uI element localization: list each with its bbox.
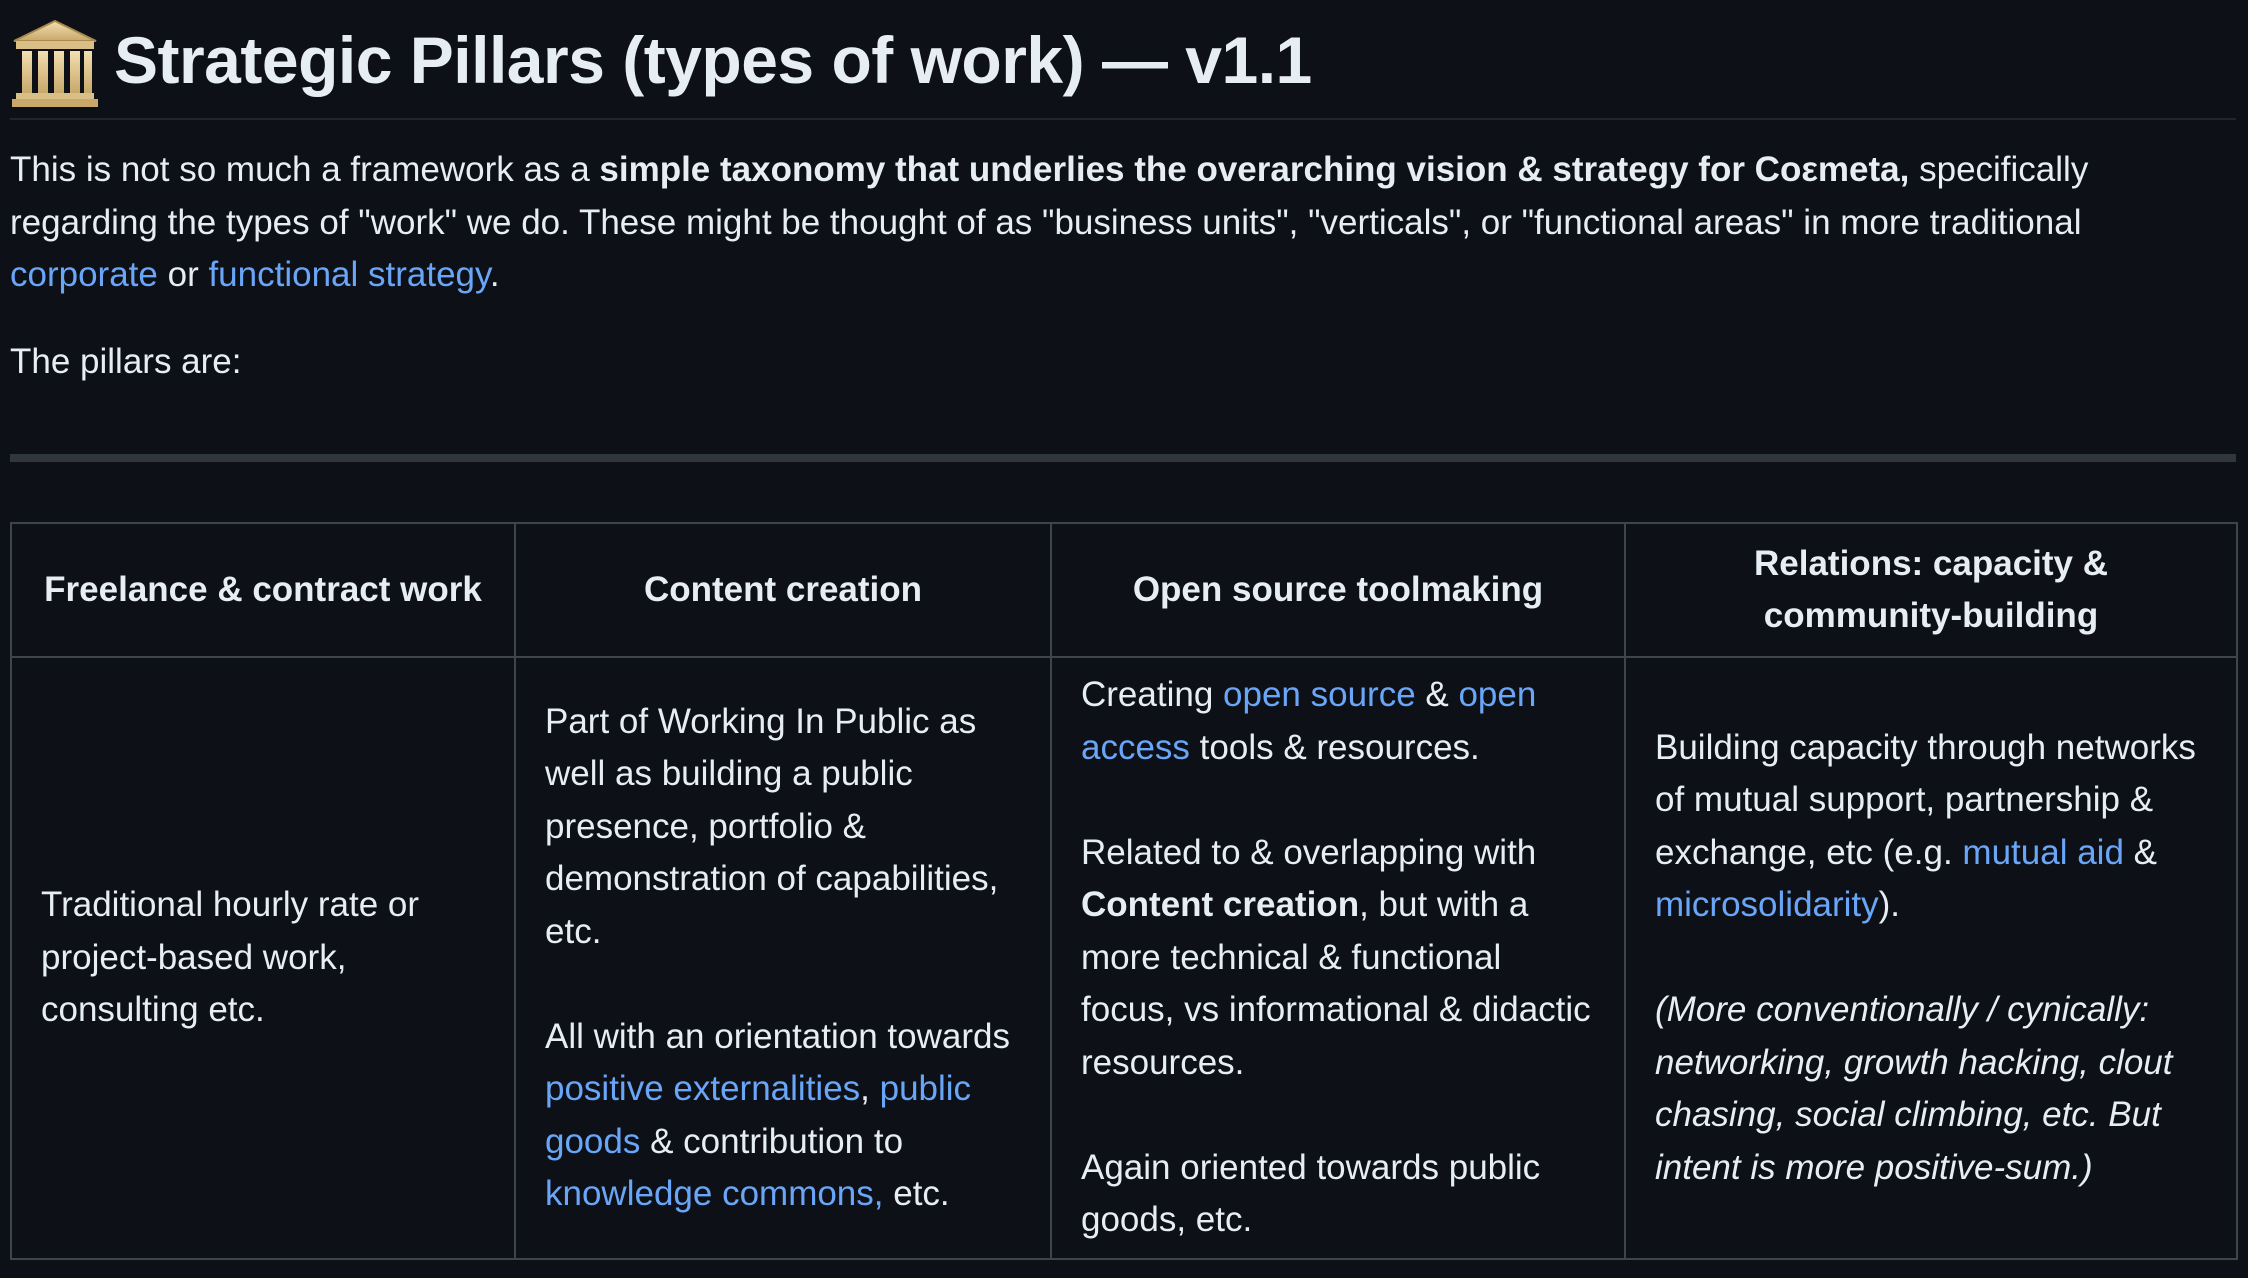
cell-text: , (860, 1069, 880, 1108)
page-title: Strategic Pillars (types of work) — v1.1 (114, 23, 1312, 97)
cell-text: Part of Working In Public as well as bui… (545, 701, 999, 951)
cell-paragraph: Creating open source & open access tools… (1081, 669, 1595, 774)
cell-content-creation: Part of Working In Public as well as bui… (514, 656, 1052, 1260)
cell-relations: Building capacity through networks of mu… (1624, 656, 2238, 1260)
cell-text: Creating (1081, 675, 1224, 715)
column-header-freelance: Freelance & contract work (10, 522, 516, 658)
mutual-aid-link[interactable]: mutual aid (1962, 833, 2123, 872)
open-source-link[interactable]: open source (1223, 675, 1416, 714)
markdown-body: Strategic Pillars (types of work) — v1.1… (10, 0, 2238, 1260)
cell-text: & contribution to (640, 1121, 904, 1161)
intro-text: or (157, 255, 209, 294)
horizontal-rule (10, 454, 2236, 462)
cell-italic-paragraph: (More conventionally / cynically: networ… (1655, 984, 2207, 1194)
classical-building-icon (12, 19, 98, 107)
cell-italic-text: (More conventionally / cynically: networ… (1655, 990, 2173, 1187)
pillars-label: The pillars are: (10, 341, 242, 381)
cell-paragraph: All with an orientation towards positive… (545, 1011, 1021, 1221)
intro-bold-text: simple taxonomy that underlies the overa… (599, 150, 1910, 189)
intro-text: This is not so much a framework as a (10, 150, 600, 189)
cell-open-source: Creating open source & open access tools… (1050, 656, 1626, 1260)
cell-bold-text: Content creation (1081, 885, 1360, 925)
cell-freelance: Traditional hourly rate or project-based… (10, 656, 516, 1260)
column-header-open-source: Open source toolmaking (1050, 522, 1626, 658)
cell-text: etc. (883, 1174, 950, 1213)
cell-text: & (2123, 832, 2157, 872)
intro-paragraph: This is not so much a framework as a sim… (10, 144, 2236, 302)
intro-text: . (489, 255, 500, 294)
table-row: Traditional hourly rate or project-based… (10, 656, 2238, 1260)
knowledge-commons-link[interactable]: knowledge commons, (545, 1174, 884, 1213)
column-header-relations: Relations: capacity & community-building (1624, 522, 2238, 658)
cell-text: Traditional hourly rate or project-based… (41, 885, 420, 1030)
cell-text: & (1415, 675, 1459, 715)
cell-paragraph: Related to & overlapping with Content cr… (1081, 827, 1595, 1090)
cell-paragraph: Building capacity through networks of mu… (1655, 722, 2207, 932)
cell-text: All with an orientation towards (545, 1016, 1010, 1056)
column-header-content: Content creation (514, 522, 1052, 658)
microsolidarity-link[interactable]: microsolidarity (1655, 885, 1879, 924)
cell-text: ). (1878, 885, 1901, 925)
corporate-link[interactable]: corporate (10, 255, 158, 294)
table-header-row: Freelance & contract work Content creati… (10, 522, 2238, 658)
page-heading: Strategic Pillars (types of work) — v1.1 (10, 8, 2236, 120)
cell-text: Again oriented towards public goods, etc… (1081, 1147, 1541, 1240)
pillars-table: Freelance & contract work Content creati… (10, 522, 2238, 1260)
cell-text: Related to & overlapping with (1081, 832, 1537, 872)
positive-externalities-link[interactable]: positive externalities (545, 1069, 860, 1108)
cell-text: tools & resources. (1189, 727, 1480, 767)
functional-strategy-link[interactable]: functional strategy (208, 255, 489, 294)
